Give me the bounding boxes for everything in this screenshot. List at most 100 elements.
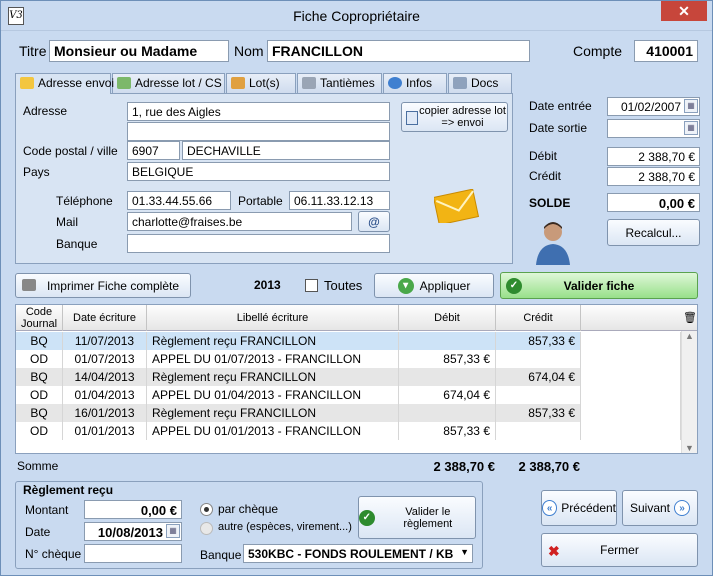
- cell-libelle: APPEL DU 01/07/2013 - FRANCILLON: [147, 350, 399, 368]
- ville-field[interactable]: DECHAVILLE: [182, 141, 390, 160]
- calendar-icon[interactable]: ▦: [684, 99, 698, 113]
- cell-blank: [581, 350, 681, 368]
- valider-fiche-button[interactable]: ✓ Valider fiche: [500, 272, 698, 299]
- cell-debit: [399, 404, 496, 422]
- cell-credit: 857,33 €: [496, 332, 581, 350]
- tab-docs[interactable]: Docs: [448, 73, 512, 93]
- tab-infos[interactable]: Infos: [383, 73, 447, 93]
- banque-select[interactable]: 530KBC - FONDS ROULEMENT / KB ▼: [243, 544, 473, 563]
- table-row[interactable]: OD 01/04/2013 APPEL DU 01/04/2013 - FRANCI…: [16, 386, 681, 404]
- address-panel: Adresse 1, rue des Aigles Code postal / …: [15, 93, 513, 264]
- debit-label: Débit: [529, 149, 558, 163]
- somme-credit: 2 388,70 €: [518, 459, 580, 474]
- cell-credit: [496, 422, 581, 440]
- close-button[interactable]: ✕: [661, 1, 707, 21]
- montant-field[interactable]: 0,00 €: [84, 500, 182, 519]
- calendar-icon[interactable]: ▦: [166, 524, 180, 538]
- precedent-button[interactable]: «Précédent: [541, 490, 617, 526]
- portable-field[interactable]: 06.11.33.12.13: [289, 191, 390, 210]
- pays-label: Pays: [23, 165, 50, 179]
- envelope-icon: [432, 188, 482, 226]
- vertical-scrollbar[interactable]: ▲ ▼: [681, 331, 697, 453]
- pays-field[interactable]: BELGIQUE: [127, 162, 390, 181]
- double-chevron-right-icon: »: [674, 500, 691, 516]
- autre-label: autre (espèces, virement...): [218, 521, 352, 533]
- envelope-icon: [20, 77, 34, 89]
- col-blank: [581, 305, 681, 331]
- appliquer-button[interactable]: ▾ Appliquer: [374, 273, 494, 298]
- adresse-line1-field[interactable]: 1, rue des Aigles: [127, 102, 390, 121]
- suivant-button[interactable]: Suivant»: [622, 490, 698, 526]
- title-bar: V3 Fiche Copropriétaire ✕: [1, 1, 712, 31]
- titre-field[interactable]: Monsieur ou Madame: [49, 40, 229, 62]
- portable-label: Portable: [238, 194, 283, 208]
- autre-radio[interactable]: [200, 522, 213, 535]
- banque-label: Banque: [56, 237, 98, 251]
- table-row[interactable]: OD 01/01/2013 APPEL DU 01/01/2013 - FRANCI…: [16, 422, 681, 440]
- cell-journal: OD: [16, 386, 63, 404]
- tab-adresse-lot[interactable]: Adresse lot / CS: [112, 73, 225, 93]
- cell-credit: 857,33 €: [496, 404, 581, 422]
- cell-blank: [581, 422, 681, 440]
- par-cheque-label: par chèque: [218, 502, 279, 516]
- toutes-checkbox[interactable]: [305, 279, 318, 292]
- col-debit[interactable]: Débit: [399, 305, 496, 331]
- col-libelle[interactable]: Libellé écriture: [147, 305, 399, 331]
- adresse-line2-field[interactable]: [127, 122, 390, 141]
- cell-date: 01/07/2013: [63, 350, 147, 368]
- table-row[interactable]: BQ 16/01/2013 Règlement reçu FRANCILLON 857…: [16, 404, 681, 422]
- solde-label: SOLDE: [529, 196, 571, 210]
- send-mail-button[interactable]: @: [358, 211, 390, 232]
- close-icon: ✖: [548, 543, 560, 559]
- window: V3 Fiche Copropriétaire ✕ Titre Monsieur…: [0, 0, 713, 576]
- cell-date: 01/04/2013: [63, 386, 147, 404]
- banque-field[interactable]: [127, 234, 390, 253]
- table-row[interactable]: OD 01/07/2013 APPEL DU 01/07/2013 - FRANCI…: [16, 350, 681, 368]
- table-row[interactable]: BQ 11/07/2013 Règlement reçu FRANCILLON 857…: [16, 332, 681, 350]
- titre-label: Titre: [19, 43, 47, 59]
- cheque-field[interactable]: [84, 544, 182, 563]
- scroll-up-icon[interactable]: ▲: [682, 331, 697, 341]
- printer-icon: [22, 279, 36, 291]
- reglement-title: Règlement reçu: [23, 483, 114, 497]
- cheque-label: N° chèque: [25, 547, 82, 561]
- cell-date: 11/07/2013: [63, 332, 147, 350]
- print-button[interactable]: Imprimer Fiche complète: [15, 273, 191, 298]
- ruler-icon: [302, 77, 316, 89]
- date-entree-label: Date entrée: [529, 99, 592, 113]
- tab-tantiemes[interactable]: Tantièmes: [297, 73, 382, 93]
- nom-field[interactable]: FRANCILLON: [267, 40, 530, 62]
- col-code-journal[interactable]: Code Journal: [16, 305, 63, 331]
- mail-field[interactable]: charlotte@fraises.be: [127, 212, 352, 231]
- person-icon: [534, 219, 572, 265]
- cell-libelle: Règlement reçu FRANCILLON: [147, 332, 399, 350]
- valider-reglement-button[interactable]: ✓ Valider le règlement: [358, 496, 476, 539]
- compte-field[interactable]: 410001: [634, 40, 698, 62]
- par-cheque-radio[interactable]: [200, 503, 213, 516]
- recalcul-button[interactable]: Recalcul...: [607, 219, 700, 246]
- cell-credit: 674,04 €: [496, 368, 581, 386]
- col-date-ecriture[interactable]: Date écriture: [63, 305, 147, 331]
- folder-icon: [453, 77, 467, 89]
- scroll-down-icon[interactable]: ▼: [682, 443, 697, 453]
- calendar-icon[interactable]: ▦: [684, 121, 698, 135]
- cell-debit: [399, 368, 496, 386]
- trash-icon[interactable]: 🗑: [683, 311, 697, 324]
- cell-credit: [496, 350, 581, 368]
- cell-libelle: APPEL DU 01/04/2013 - FRANCILLON: [147, 386, 399, 404]
- year-label: 2013: [254, 278, 281, 292]
- tab-lots[interactable]: Lot(s): [226, 73, 296, 93]
- tab-adresse-envoi[interactable]: Adresse envoi: [15, 73, 114, 94]
- table-row[interactable]: BQ 14/04/2013 Règlement reçu FRANCILLON 674…: [16, 368, 681, 386]
- cell-libelle: Règlement reçu FRANCILLON: [147, 404, 399, 422]
- code-postal-field[interactable]: 6907: [127, 141, 180, 160]
- cell-blank: [581, 368, 681, 386]
- col-credit[interactable]: Crédit: [496, 305, 581, 331]
- copy-address-button[interactable]: copier adresse lot => envoi: [401, 102, 508, 132]
- telephone-field[interactable]: 01.33.44.55.66: [127, 191, 231, 210]
- credit-label: Crédit: [529, 169, 562, 183]
- fermer-button[interactable]: ✖ Fermer: [541, 533, 698, 567]
- cell-blank: [581, 404, 681, 422]
- cell-journal: BQ: [16, 368, 63, 386]
- credit-field: 2 388,70 €: [607, 167, 700, 186]
